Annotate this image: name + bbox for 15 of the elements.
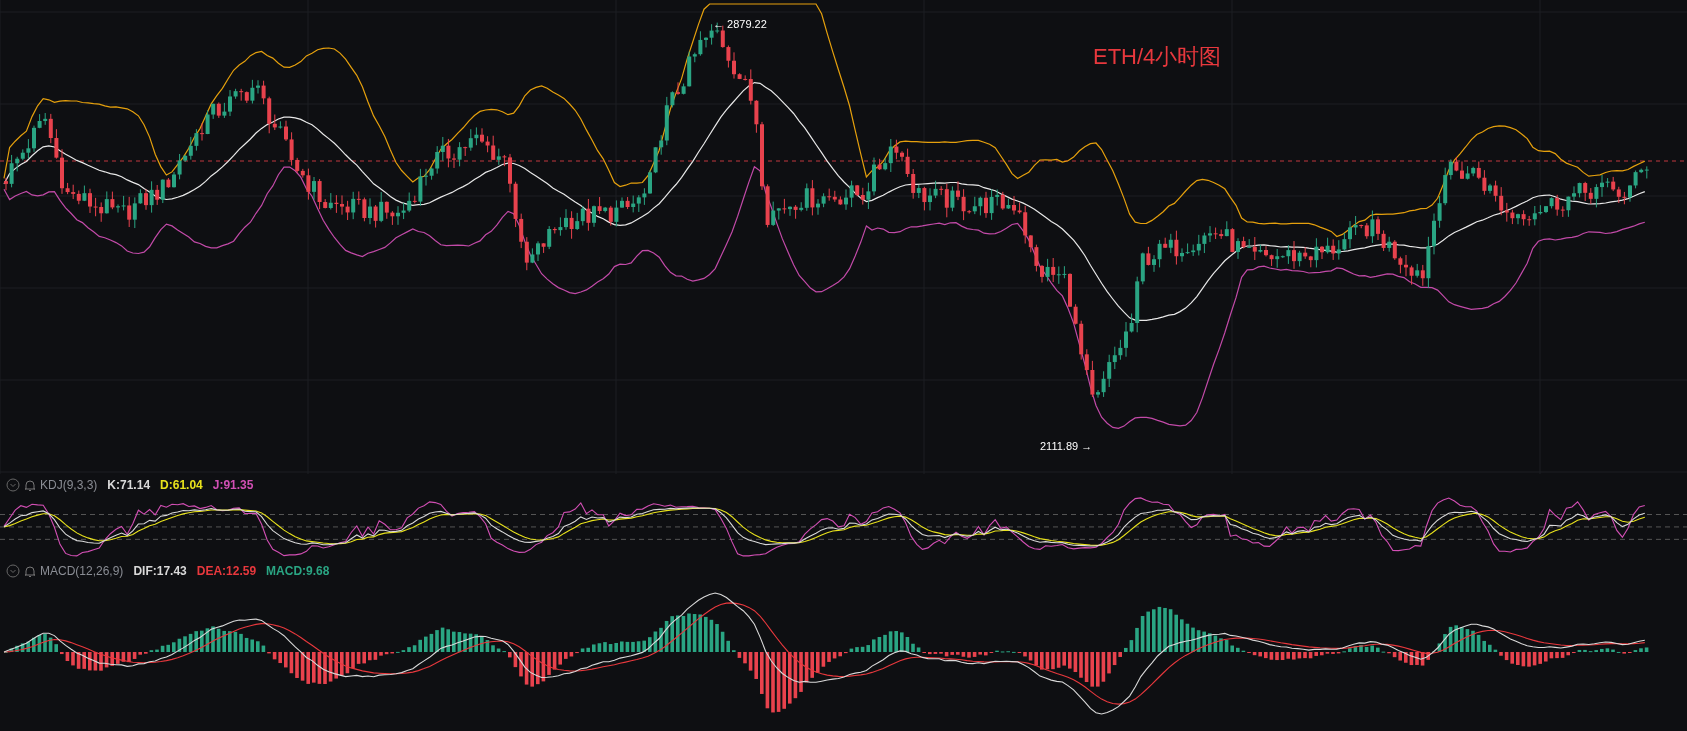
- collapse-icon[interactable]: [6, 478, 20, 492]
- indicator-value: D:61.04: [160, 478, 203, 492]
- indicator-value: J:91.35: [212, 478, 254, 492]
- bell-icon[interactable]: [24, 478, 36, 492]
- low-price-label: 2111.89 →: [1040, 440, 1093, 452]
- indicator-value: DIF:17.43: [133, 564, 187, 578]
- indicator-value: DEA:12.59: [196, 564, 257, 578]
- indicator-value: MACD:9.68: [266, 564, 330, 578]
- indicator-name: MACD(12,26,9): [40, 564, 124, 578]
- chart-title: ETH/4小时图: [1093, 43, 1222, 71]
- collapse-icon[interactable]: [6, 564, 20, 578]
- indicator-value: K:71.14: [107, 478, 151, 492]
- indicator-name: KDJ(9,3,3): [40, 478, 98, 492]
- bell-icon[interactable]: [24, 564, 36, 578]
- high-price-label: ← 2879.22: [713, 18, 767, 30]
